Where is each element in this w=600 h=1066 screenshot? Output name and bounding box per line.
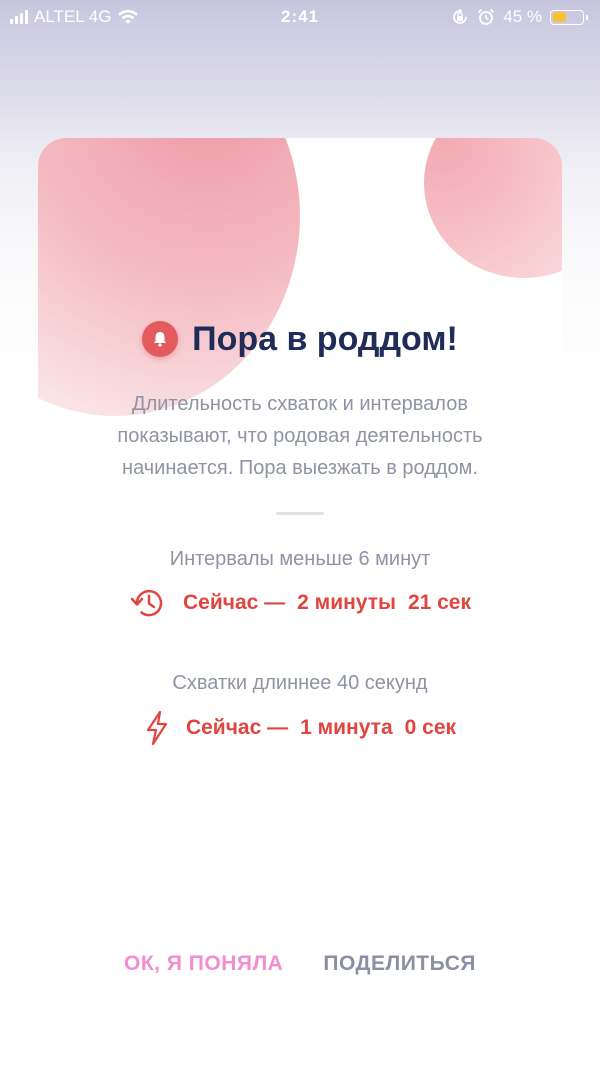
now-label: Сейчас — [183, 591, 286, 614]
ok-button[interactable]: ОК, Я ПОНЯЛА [124, 952, 283, 976]
battery-icon [550, 9, 588, 25]
description-line: Длительность схваток и интервалов [132, 393, 468, 415]
divider [276, 512, 324, 515]
interval-value-seconds: 21 сек [407, 591, 471, 614]
status-right: 45 % [451, 7, 588, 27]
rotation-lock-icon [453, 8, 468, 24]
status-bar: ALTEL 4G 2:41 45 % [0, 0, 600, 34]
decorative-blob-right [424, 138, 562, 278]
interval-criterion-label: Интервалы меньше 6 минут [169, 548, 431, 570]
interval-current-value: Сейчас — 2 минуты 21 сек [0, 586, 600, 620]
contraction-value-seconds: 0 сек [404, 716, 457, 739]
actions-row: ОК, Я ПОНЯЛА ПОДЕЛИТЬСЯ [0, 952, 600, 976]
title-row: Пора в роддом! [0, 316, 600, 362]
description-line: начинается. Пора выезжать в роддом. [122, 457, 478, 479]
contraction-current-value: Сейчас — 1 минута 0 сек [0, 710, 600, 746]
description-line: показывают, что родовая деятельность [117, 425, 483, 447]
battery-percent: 45 % [503, 7, 542, 26]
share-button[interactable]: ПОДЕЛИТЬСЯ [323, 952, 476, 976]
now-label: Сейчас — [185, 716, 289, 739]
lightning-icon [146, 710, 168, 746]
alarm-icon [478, 8, 495, 25]
clock-history-icon [130, 589, 163, 617]
description: Длительность схваток и интервалов показы… [60, 388, 540, 484]
page-title: Пора в роддом! [192, 319, 458, 358]
bell-icon [142, 321, 179, 357]
battery-fill [552, 12, 566, 22]
interval-value-main: 2 минуты [297, 591, 396, 614]
alert-card [38, 138, 562, 1008]
contraction-value-main: 1 минута [300, 716, 393, 739]
contraction-criterion-label: Схватки длиннее 40 секунд [172, 672, 428, 694]
decorative-blob-left [38, 138, 300, 416]
